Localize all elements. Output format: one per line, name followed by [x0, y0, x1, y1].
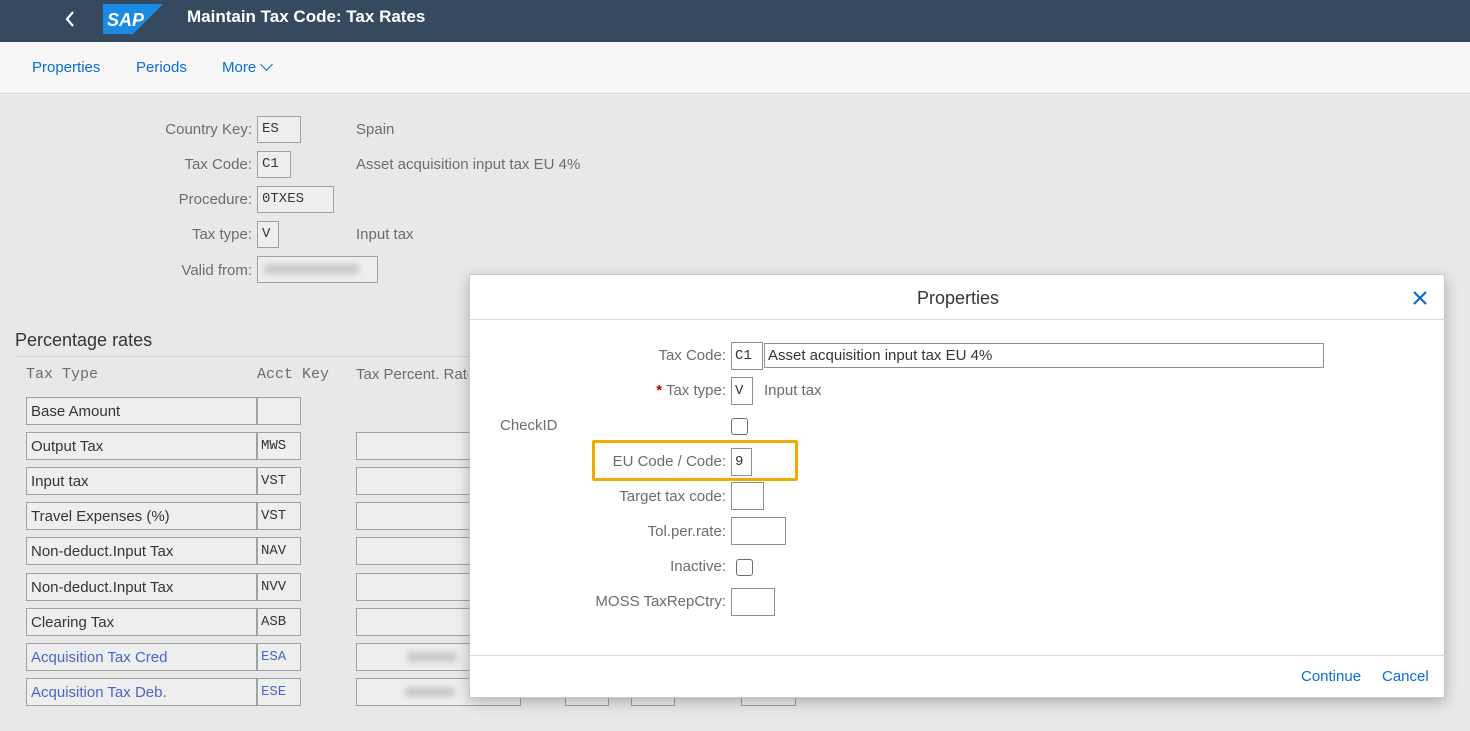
properties-button[interactable]: Properties: [32, 59, 100, 76]
section-divider: [15, 356, 475, 357]
row-name[interactable]: Base Amount: [26, 397, 257, 425]
row-key[interactable]: VST: [257, 467, 301, 495]
tax-code-field[interactable]: C1: [257, 151, 291, 178]
row-name[interactable]: Output Tax: [26, 432, 257, 460]
row-percent-field[interactable]: [356, 467, 470, 495]
blurred-percent: [407, 652, 457, 662]
checkid-label: CheckID: [500, 417, 558, 434]
row-percent-field[interactable]: [356, 502, 470, 530]
inactive-label: Inactive:: [670, 558, 726, 575]
shell-bar: SAP Maintain Tax Code: Tax Rates: [0, 0, 1470, 42]
moss-label: MOSS TaxRepCtry:: [595, 593, 726, 610]
dlg-tax-type-field[interactable]: V: [731, 377, 753, 405]
percentage-rates-title: Percentage rates: [15, 330, 153, 350]
moss-field[interactable]: [731, 588, 775, 616]
more-label: More: [222, 59, 257, 76]
tax-type-description: Input tax: [356, 226, 414, 243]
row-percent-field[interactable]: [356, 432, 470, 460]
row-percent-field[interactable]: [356, 573, 470, 601]
country-name: Spain: [356, 121, 395, 138]
properties-dialog: Properties Tax Code: C1 Asset acquisitio…: [469, 274, 1446, 698]
row-key[interactable]: ESE: [257, 678, 301, 706]
dlg-tax-code-field[interactable]: C1: [731, 342, 763, 370]
row-key[interactable]: VST: [257, 502, 301, 530]
required-marker: *: [656, 382, 663, 399]
eu-code-field[interactable]: 9: [731, 448, 752, 476]
dlg-tax-type-label-wrap: * Tax type:: [570, 382, 726, 399]
sap-logo-text: SAP: [107, 10, 145, 30]
row-name[interactable]: Acquisition Tax Deb.: [26, 678, 257, 706]
target-tax-code-label: Target tax code:: [619, 488, 726, 505]
row-key[interactable]: ASB: [257, 608, 301, 636]
row-percent-field[interactable]: [356, 643, 470, 671]
toolbar: Properties Periods More: [0, 42, 1470, 94]
row-key[interactable]: ESA: [257, 643, 301, 671]
continue-button[interactable]: Continue: [1301, 668, 1361, 685]
cancel-button[interactable]: Cancel: [1382, 668, 1429, 685]
checkid-checkbox[interactable]: [731, 418, 748, 435]
row-name[interactable]: Travel Expenses (%): [26, 502, 257, 530]
sap-logo[interactable]: SAP: [103, 4, 163, 34]
dlg-tax-code-label: Tax Code:: [658, 347, 726, 364]
row-key[interactable]: MWS: [257, 432, 301, 460]
country-key-field[interactable]: ES: [257, 116, 301, 143]
tol-rate-label: Tol.per.rate:: [647, 523, 726, 540]
row-name[interactable]: Non-deduct.Input Tax: [26, 573, 257, 601]
row-name[interactable]: Input tax: [26, 467, 257, 495]
row-name[interactable]: Clearing Tax: [26, 608, 257, 636]
tax-type-field[interactable]: V: [257, 221, 279, 248]
dlg-tax-code-description-field[interactable]: Asset acquisition input tax EU 4%: [764, 343, 1324, 368]
row-key[interactable]: NAV: [257, 537, 301, 565]
dlg-tax-type-description: Input tax: [764, 382, 822, 399]
more-button[interactable]: More: [222, 58, 274, 76]
col-percent: Tax Percent. Rate: [356, 366, 468, 383]
page-title: Maintain Tax Code: Tax Rates: [187, 7, 426, 26]
blurred-percent: [405, 687, 455, 697]
col-tax-type: Tax Type: [26, 366, 99, 383]
dialog-title: Properties: [916, 288, 1000, 308]
tax-code-description: Asset acquisition input tax EU 4%: [356, 156, 581, 173]
country-key-label: Country Key:: [165, 121, 252, 138]
tax-type-label: Tax type:: [191, 226, 252, 243]
blurred-date: [264, 264, 359, 274]
periods-button[interactable]: Periods: [136, 59, 187, 76]
col-acct-key: Acct Key: [257, 366, 330, 383]
dlg-tax-type-label: Tax type:: [665, 382, 726, 399]
eu-code-label: EU Code / Code:: [612, 453, 726, 470]
dialog-header-divider: [470, 319, 1446, 320]
back-icon[interactable]: [60, 8, 82, 30]
inactive-checkbox[interactable]: [736, 559, 753, 576]
row-key[interactable]: NVV: [257, 573, 301, 601]
row-percent-field[interactable]: [356, 537, 470, 565]
dialog-footer-divider: [470, 655, 1446, 656]
valid-from-label: Valid from:: [181, 262, 252, 279]
row-key[interactable]: [257, 397, 301, 425]
row-name[interactable]: Non-deduct.Input Tax: [26, 537, 257, 565]
target-tax-code-field[interactable]: [731, 482, 764, 510]
close-icon[interactable]: [1409, 287, 1431, 309]
procedure-label: Procedure:: [178, 191, 252, 208]
chevron-down-icon: [260, 58, 274, 71]
row-percent-field[interactable]: [356, 608, 470, 636]
tax-code-label: Tax Code:: [184, 156, 252, 173]
valid-from-field[interactable]: [257, 256, 378, 283]
procedure-field[interactable]: 0TXES: [257, 186, 334, 213]
row-name[interactable]: Acquisition Tax Cred: [26, 643, 257, 671]
tol-rate-field[interactable]: [731, 517, 786, 545]
